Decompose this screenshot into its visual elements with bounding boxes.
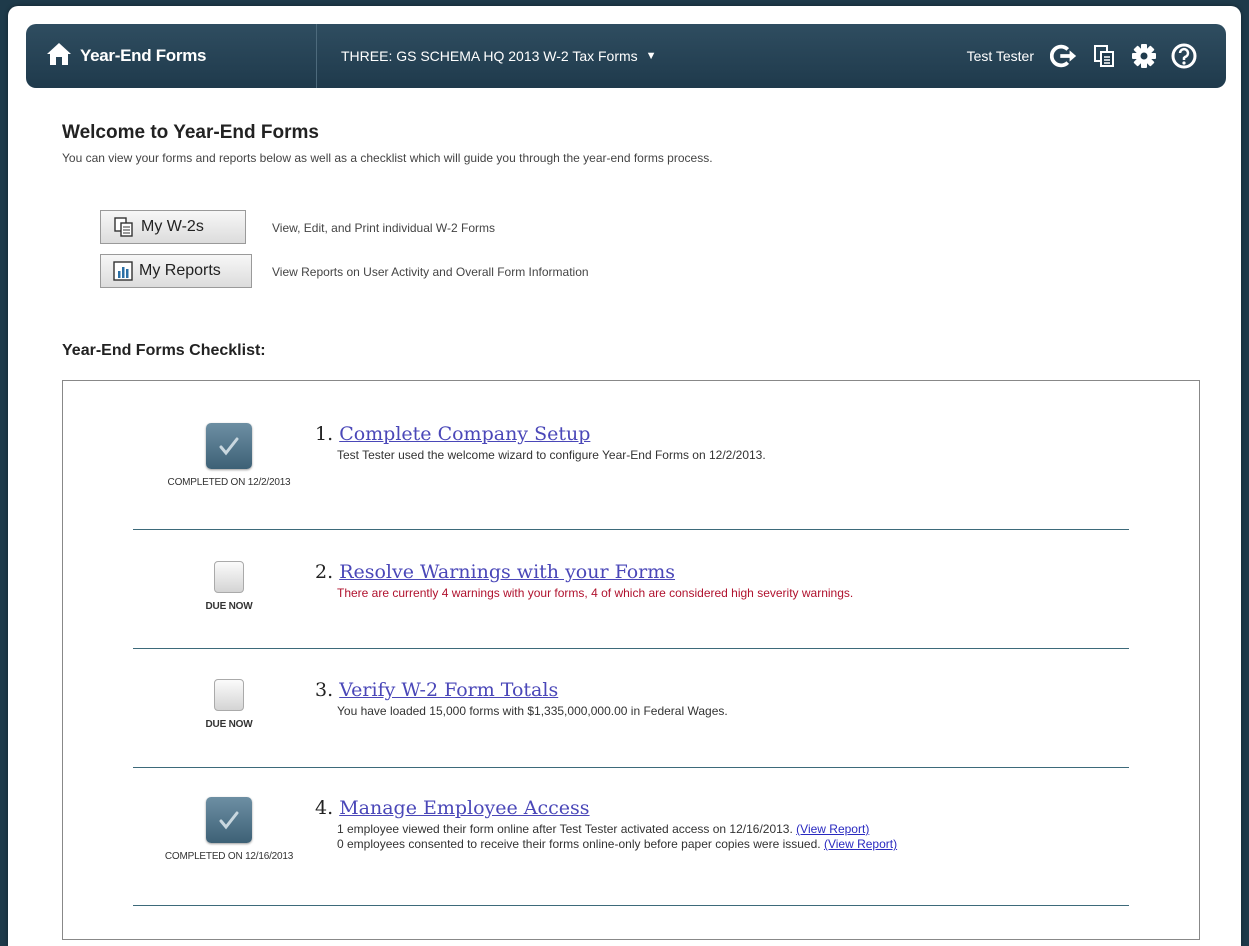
item-description: 1 employee viewed their form online afte…: [337, 822, 897, 836]
status-label: COMPLETED ON 12/2/2013: [167, 477, 291, 488]
item-content: 2. Resolve Warnings with your Forms Ther…: [315, 561, 853, 600]
my-reports-button[interactable]: My Reports: [100, 254, 252, 288]
app-title: Year-End Forms: [80, 46, 207, 65]
help-icon[interactable]: [1170, 42, 1198, 70]
my-reports-label: My Reports: [139, 262, 221, 279]
item-number: 1.: [315, 423, 334, 445]
page-subtitle: You can view your forms and reports belo…: [62, 151, 713, 165]
item-number: 3.: [315, 679, 334, 701]
top-navigation-bar: Year-End Forms THREE: GS SCHEMA HQ 2013 …: [26, 24, 1226, 88]
item-description: You have loaded 15,000 forms with $1,335…: [337, 704, 728, 718]
unchecked-checkbox[interactable]: [214, 561, 244, 593]
checkmark-icon: [206, 797, 252, 843]
item-content: 4. Manage Employee Access 1 employee vie…: [315, 797, 897, 851]
item-content: 1. Complete Company Setup Test Tester us…: [315, 423, 766, 462]
my-w2s-label: My W-2s: [141, 218, 204, 235]
checklist-panel: COMPLETED ON 12/2/2013 1. Complete Compa…: [62, 380, 1200, 940]
home-icon: [46, 42, 80, 71]
warning-description: There are currently 4 warnings with your…: [337, 586, 854, 600]
my-reports-description: View Reports on User Activity and Overal…: [272, 265, 589, 279]
chart-icon: [113, 261, 133, 281]
view-report-link[interactable]: (View Report): [796, 822, 869, 836]
unchecked-checkbox[interactable]: [214, 679, 244, 711]
status-indicator: DUE NOW: [129, 561, 329, 612]
status-indicator: COMPLETED ON 12/16/2013: [129, 797, 329, 862]
divider: [316, 24, 317, 88]
logout-icon[interactable]: [1050, 42, 1078, 70]
access-activity-text: 1 employee viewed their form online afte…: [337, 822, 793, 836]
caret-down-icon: ▼: [645, 50, 657, 62]
schema-selector[interactable]: THREE: GS SCHEMA HQ 2013 W-2 Tax Forms ▼: [341, 24, 657, 88]
documents-icon[interactable]: [1090, 42, 1118, 70]
my-w2s-description: View, Edit, and Print individual W-2 For…: [272, 221, 495, 235]
item-content: 3. Verify W-2 Form Totals You have loade…: [315, 679, 728, 718]
status-label: DUE NOW: [205, 601, 253, 612]
schema-label: THREE: GS SCHEMA HQ 2013 W-2 Tax Forms: [341, 48, 638, 64]
item-number: 4.: [315, 797, 334, 819]
page-title: Welcome to Year-End Forms: [62, 122, 319, 143]
item-description: Test Tester used the welcome wizard to c…: [337, 448, 766, 462]
checklist-title: Year-End Forms Checklist:: [62, 342, 266, 359]
status-label: COMPLETED ON 12/16/2013: [164, 851, 294, 862]
verify-w2-totals-link[interactable]: Verify W-2 Form Totals: [339, 679, 558, 701]
item-number: 2.: [315, 561, 334, 583]
manage-employee-access-link[interactable]: Manage Employee Access: [339, 797, 589, 819]
status-label: DUE NOW: [205, 719, 253, 730]
home-link[interactable]: Year-End Forms: [46, 24, 206, 88]
separator: [133, 767, 1129, 768]
user-area: Test Tester: [967, 24, 1198, 88]
status-indicator: DUE NOW: [129, 679, 329, 730]
status-indicator: COMPLETED ON 12/2/2013: [129, 423, 329, 488]
separator: [133, 905, 1129, 906]
separator: [133, 529, 1129, 530]
item-description: 0 employees consented to receive their f…: [337, 837, 897, 851]
complete-company-setup-link[interactable]: Complete Company Setup: [339, 423, 590, 445]
gear-icon[interactable]: [1130, 42, 1158, 70]
checkmark-icon: [206, 423, 252, 469]
resolve-warnings-link[interactable]: Resolve Warnings with your Forms: [339, 561, 675, 583]
view-report-link[interactable]: (View Report): [824, 837, 897, 851]
consent-text: 0 employees consented to receive their f…: [337, 837, 821, 851]
documents-icon: [113, 217, 135, 237]
separator: [133, 648, 1129, 649]
user-name[interactable]: Test Tester: [967, 48, 1034, 64]
my-w2s-button[interactable]: My W-2s: [100, 210, 246, 244]
